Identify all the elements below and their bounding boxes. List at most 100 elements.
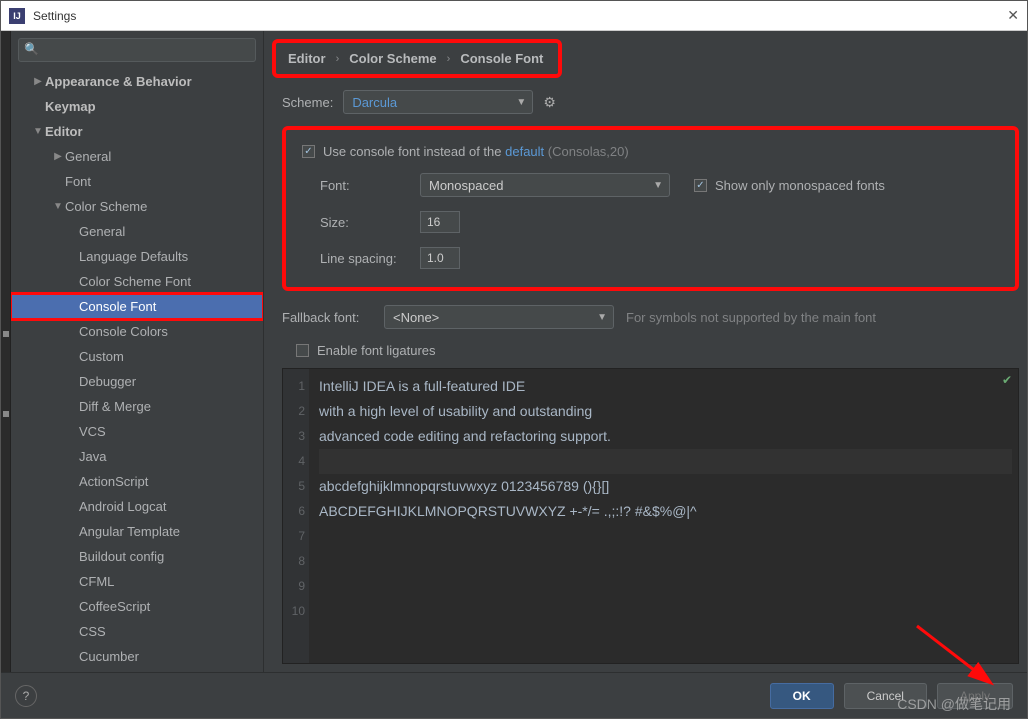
- tree-item-coffeescript[interactable]: CoffeeScript: [11, 594, 263, 619]
- chevron-down-icon: ▼: [653, 180, 663, 191]
- left-gutter: [1, 31, 11, 672]
- tree-item-label: Console Colors: [79, 324, 168, 339]
- tree-item-label: Android Logcat: [79, 499, 166, 514]
- ok-button[interactable]: OK: [770, 683, 834, 709]
- breadcrumb-crumb[interactable]: Color Scheme: [349, 51, 436, 66]
- tree-item-keymap[interactable]: Keymap: [11, 94, 263, 119]
- settings-tree[interactable]: ▶Appearance & BehaviorKeymap▼Editor▶Gene…: [11, 69, 263, 672]
- tree-item-font[interactable]: Font: [11, 169, 263, 194]
- tree-item-label: Language Defaults: [79, 249, 188, 264]
- tree-item-label: General: [65, 149, 111, 164]
- tree-item-debugger[interactable]: Debugger: [11, 369, 263, 394]
- help-button[interactable]: ?: [15, 685, 37, 707]
- tree-item-label: CoffeeScript: [79, 599, 150, 614]
- tree-item-label: Console Font: [79, 299, 156, 314]
- tree-item-console-colors[interactable]: Console Colors: [11, 319, 263, 344]
- size-input[interactable]: [420, 211, 460, 233]
- tree-item-console-font[interactable]: Console Font: [11, 294, 263, 319]
- tree-item-language-defaults[interactable]: Language Defaults: [11, 244, 263, 269]
- tree-item-custom[interactable]: Custom: [11, 344, 263, 369]
- app-logo-icon: IJ: [9, 8, 25, 24]
- tree-item-angular-template[interactable]: Angular Template: [11, 519, 263, 544]
- search-container: 🔍: [18, 38, 256, 62]
- titlebar: IJ Settings ✕: [1, 1, 1027, 31]
- tree-item-label: Editor: [45, 124, 83, 139]
- tree-item-label: Color Scheme: [65, 199, 147, 214]
- tree-item-label: Angular Template: [79, 524, 180, 539]
- checkbox-icon: [302, 145, 315, 158]
- tree-item-java[interactable]: Java: [11, 444, 263, 469]
- font-label: Font:: [320, 178, 410, 193]
- scheme-label: Scheme:: [282, 95, 333, 110]
- mono-only-label: Show only monospaced fonts: [715, 178, 885, 193]
- preview-line: [319, 524, 1012, 549]
- tree-item-label: ActionScript: [79, 474, 148, 489]
- close-icon[interactable]: ✕: [1007, 7, 1019, 24]
- checkbox-icon: [694, 179, 707, 192]
- chevron-down-icon: ▼: [31, 126, 45, 137]
- gutter-marker: [3, 331, 9, 337]
- search-input[interactable]: [18, 38, 256, 62]
- tree-item-label: Appearance & Behavior: [45, 74, 192, 89]
- tree-item-general[interactable]: ▶General: [11, 144, 263, 169]
- fallback-row: Fallback font: <None> ▼ For symbols not …: [282, 305, 1019, 329]
- dialog-footer: ? OK Cancel Apply: [1, 672, 1027, 718]
- tree-item-cfml[interactable]: CFML: [11, 569, 263, 594]
- tree-item-android-logcat[interactable]: Android Logcat: [11, 494, 263, 519]
- tree-item-cucumber[interactable]: Cucumber: [11, 644, 263, 669]
- mono-only-checkbox[interactable]: Show only monospaced fonts: [694, 178, 885, 193]
- gutter-marker: [3, 411, 9, 417]
- breadcrumb-crumb[interactable]: Console Font: [460, 51, 543, 66]
- spacing-input[interactable]: [420, 247, 460, 269]
- tree-item-label: Custom: [79, 349, 124, 364]
- tree-item-label: Keymap: [45, 99, 96, 114]
- font-select[interactable]: Monospaced ▼: [420, 173, 670, 197]
- ligatures-checkbox[interactable]: Enable font ligatures: [296, 343, 436, 358]
- tree-item-label: Color Scheme Font: [79, 274, 191, 289]
- tree-item-label: Diff & Merge: [79, 399, 151, 414]
- preview-gutter: 12345678910: [283, 369, 309, 663]
- ligatures-label: Enable font ligatures: [317, 343, 436, 358]
- chevron-right-icon: ›: [447, 53, 451, 65]
- content-pane: Editor › Color Scheme › Console Font Scheme:…: [264, 31, 1027, 672]
- preview-line: [319, 574, 1012, 599]
- use-console-font-checkbox[interactable]: Use console font instead of the default …: [302, 144, 629, 159]
- preview-line: ABCDEFGHIJKLMNOPQRSTUVWXYZ +-*/= .,;:!? …: [319, 499, 1012, 524]
- tree-item-vcs[interactable]: VCS: [11, 419, 263, 444]
- tree-item-color-scheme[interactable]: ▼Color Scheme: [11, 194, 263, 219]
- tree-item-label: CFML: [79, 574, 114, 589]
- tree-item-buildout-config[interactable]: Buildout config: [11, 544, 263, 569]
- chevron-down-icon: ▼: [597, 312, 607, 323]
- scheme-select[interactable]: Darcula ▼: [343, 90, 533, 114]
- tree-item-actionscript[interactable]: ActionScript: [11, 469, 263, 494]
- cancel-button[interactable]: Cancel: [844, 683, 927, 709]
- tree-item-css[interactable]: CSS: [11, 619, 263, 644]
- tree-item-color-scheme-font[interactable]: Color Scheme Font: [11, 269, 263, 294]
- breadcrumb-crumb[interactable]: Editor: [288, 51, 326, 66]
- apply-button[interactable]: Apply: [937, 683, 1013, 709]
- tree-item-diff-merge[interactable]: Diff & Merge: [11, 394, 263, 419]
- default-link[interactable]: default: [505, 144, 544, 159]
- size-label: Size:: [320, 215, 410, 230]
- tree-item-label: Debugger: [79, 374, 136, 389]
- tree-item-editor[interactable]: ▼Editor: [11, 119, 263, 144]
- chevron-right-icon: ▶: [31, 76, 45, 87]
- use-label-suffix: (Consolas,20): [544, 144, 629, 159]
- tree-item-label: CSS: [79, 624, 106, 639]
- preview-line: abcdefghijklmnopqrstuvwxyz 0123456789 ()…: [319, 474, 1012, 499]
- tree-item-general[interactable]: General: [11, 219, 263, 244]
- tree-item-label: Buildout config: [79, 549, 164, 564]
- tree-item-appearance-behavior[interactable]: ▶Appearance & Behavior: [11, 69, 263, 94]
- gear-icon[interactable]: ⚙: [543, 94, 556, 111]
- fallback-select[interactable]: <None> ▼: [384, 305, 614, 329]
- tree-item-label: Font: [65, 174, 91, 189]
- scheme-value: Darcula: [352, 95, 397, 110]
- chevron-right-icon: ▶: [51, 151, 65, 162]
- preview-line: with a high level of usability and outst…: [319, 399, 1012, 424]
- preview-line: [319, 549, 1012, 574]
- chevron-right-icon: ›: [336, 53, 340, 65]
- fallback-value: <None>: [393, 310, 439, 325]
- tree-item-label: VCS: [79, 424, 106, 439]
- settings-sidebar: 🔍 ▶Appearance & BehaviorKeymap▼Editor▶Ge…: [11, 31, 264, 672]
- chevron-down-icon: ▼: [51, 201, 65, 212]
